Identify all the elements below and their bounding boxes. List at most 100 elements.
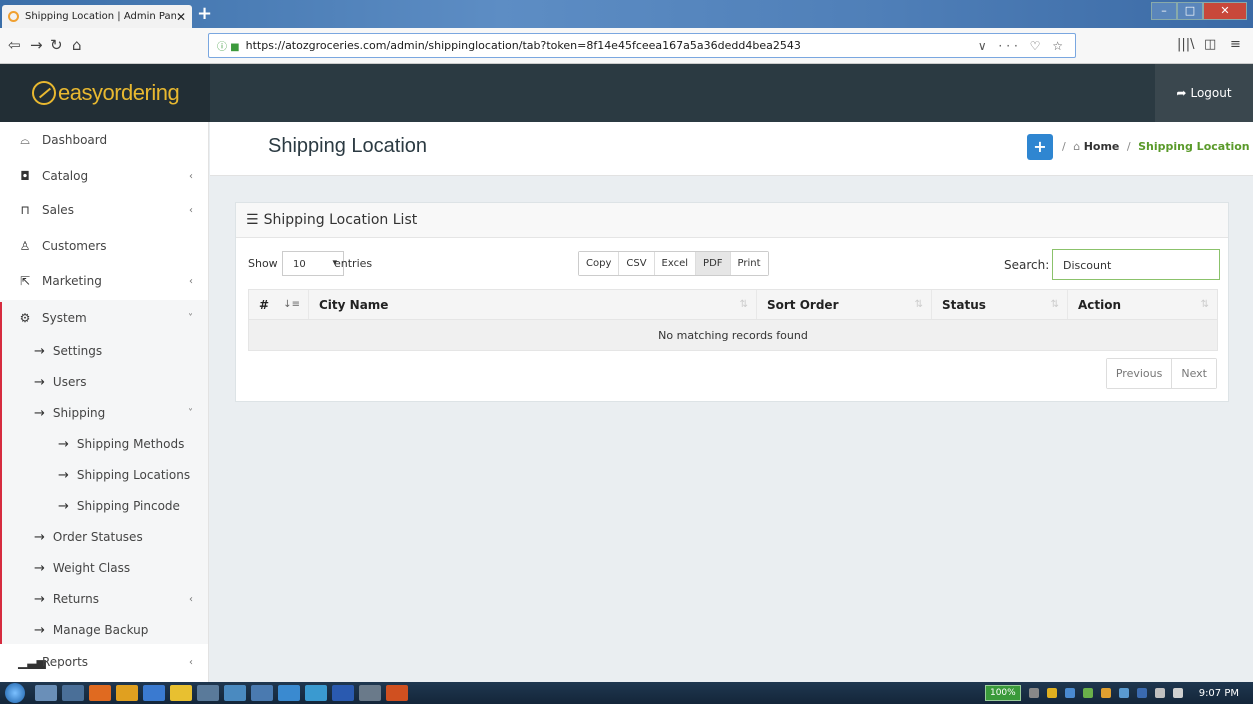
sidebar-item-label: Marketing xyxy=(42,274,102,288)
sidebar-item-reports[interactable]: ▁▃▅ Reports ‹ xyxy=(0,646,208,678)
csv-button[interactable]: CSV xyxy=(619,252,655,275)
sidebar-item-label: Catalog xyxy=(42,169,89,183)
entries-label: entries xyxy=(334,257,373,270)
print-button[interactable]: Print xyxy=(730,252,768,275)
copy-button[interactable]: Copy xyxy=(579,252,620,275)
chevron-left-icon: ‹ xyxy=(189,275,193,287)
tray-icon[interactable] xyxy=(1028,688,1039,698)
user-icon: ♙ xyxy=(19,239,31,253)
sidebar-item-dashboard[interactable]: ⌓ Dashboard xyxy=(0,124,208,156)
firefox-icon[interactable] xyxy=(89,685,111,701)
browser-navbar: ⇦ → ↻ ⌂ ⓘ ■ https://atozgroceries.com/ad… xyxy=(0,28,1253,64)
breadcrumb-separator: / xyxy=(1062,140,1066,153)
media-player-icon[interactable] xyxy=(62,685,84,701)
window-close-button[interactable]: ✕ xyxy=(1203,2,1247,20)
data-table: # ↓≡ City Name ⇅ Sort Order ⇅ Status ⇅ A… xyxy=(248,289,1218,351)
sidebar-item-weight-class[interactable]: → Weight Class xyxy=(0,552,208,584)
minimize-button[interactable]: – xyxy=(1151,2,1177,20)
sidebar-item-returns[interactable]: → Returns ‹ xyxy=(0,583,208,615)
new-tab-button[interactable]: + xyxy=(197,3,212,24)
reload-icon[interactable]: ↻ xyxy=(50,36,63,54)
excel-button[interactable]: Excel xyxy=(654,252,697,275)
next-button[interactable]: Next xyxy=(1172,359,1216,388)
search-input[interactable]: Discount xyxy=(1052,249,1220,280)
app-header: easyordering ➦ Logout xyxy=(0,64,1253,122)
sidebar-item-system[interactable]: ⚙ System ˅ xyxy=(0,302,208,334)
column-label: Status xyxy=(942,297,986,312)
empty-table-message: No matching records found xyxy=(249,320,1217,350)
column-header-number[interactable]: # ↓≡ xyxy=(249,290,309,319)
sidebar-item-sales[interactable]: ⊓ Sales ‹ xyxy=(0,194,208,226)
sidebar-item-marketing[interactable]: ⇱ Marketing ‹ xyxy=(0,265,208,297)
arrow-right-icon: → xyxy=(34,374,45,390)
page-actions-icon[interactable]: ∨ ··· ♡ ☆ xyxy=(978,39,1075,53)
window-controls: – □ ✕ xyxy=(1151,2,1247,20)
tray-icon[interactable] xyxy=(1046,688,1057,698)
app-icon[interactable] xyxy=(197,685,219,701)
app-icon[interactable] xyxy=(359,685,381,701)
pdf-button[interactable]: PDF xyxy=(696,252,731,275)
column-header-sort-order[interactable]: Sort Order ⇅ xyxy=(757,290,932,319)
back-icon[interactable]: ⇦ xyxy=(8,36,21,54)
app-icon[interactable] xyxy=(305,685,327,701)
volume-icon[interactable] xyxy=(1172,688,1183,698)
add-button[interactable]: + xyxy=(1027,134,1053,160)
sidebar-item-manage-backup[interactable]: → Manage Backup xyxy=(0,614,208,646)
column-header-city-name[interactable]: City Name ⇅ xyxy=(309,290,757,319)
chrome-icon[interactable] xyxy=(170,685,192,701)
app-icon[interactable] xyxy=(224,685,246,701)
lock-icon[interactable]: ⓘ ■ xyxy=(217,38,240,53)
pagination: Previous Next xyxy=(1105,358,1217,389)
zoom-indicator[interactable]: 100% xyxy=(984,685,1021,701)
sidebar-item-customers[interactable]: ♙ Customers xyxy=(0,230,208,262)
sidebar-item-label: Returns xyxy=(52,592,99,606)
column-header-action[interactable]: Action ⇅ xyxy=(1068,290,1217,319)
sidebar-item-users[interactable]: → Users xyxy=(0,366,208,398)
browser-tab[interactable]: Shipping Location | Admin Pan ✕ xyxy=(2,5,192,28)
tab-close-button[interactable]: ✕ xyxy=(176,10,186,24)
sidebar-item-shipping-locations[interactable]: → Shipping Locations xyxy=(0,459,208,491)
ie-icon[interactable] xyxy=(143,685,165,701)
app-icon[interactable] xyxy=(116,685,138,701)
show-desktop-icon[interactable] xyxy=(35,685,57,701)
arrow-right-icon: → xyxy=(58,436,69,452)
sidebar-item-shipping[interactable]: → Shipping ˅ xyxy=(0,397,208,429)
sidebar-item-label: Shipping Locations xyxy=(76,468,191,482)
sidebar-item-shipping-pincode[interactable]: → Shipping Pincode xyxy=(0,490,208,522)
app-icon[interactable] xyxy=(278,685,300,701)
sidebar-item-order-statuses[interactable]: → Order Statuses xyxy=(0,521,208,553)
logout-button[interactable]: ➦ Logout xyxy=(1155,64,1253,122)
table-header: # ↓≡ City Name ⇅ Sort Order ⇅ Status ⇅ A… xyxy=(249,290,1217,320)
sidebar-toggle-icon[interactable]: ◫ xyxy=(1204,37,1216,52)
maximize-button[interactable]: □ xyxy=(1177,2,1203,20)
menu-icon[interactable]: ≡ xyxy=(1230,37,1241,52)
tray-icon[interactable] xyxy=(1064,688,1075,698)
chevron-down-icon: ˅ xyxy=(188,312,193,324)
word-icon[interactable] xyxy=(332,685,354,701)
sidebar-item-catalog[interactable]: ◘ Catalog ‹ xyxy=(0,160,208,192)
column-header-status[interactable]: Status ⇅ xyxy=(932,290,1068,319)
tray-icon[interactable] xyxy=(1082,688,1093,698)
previous-button[interactable]: Previous xyxy=(1106,359,1173,388)
search-label: Search: xyxy=(1004,258,1050,272)
library-icon[interactable]: |||\ xyxy=(1177,37,1195,52)
chevron-down-icon: ˅ xyxy=(188,407,193,419)
url-text[interactable]: https://atozgroceries.com/admin/shipping… xyxy=(246,39,978,52)
bluetooth-icon[interactable] xyxy=(1136,688,1147,698)
address-bar[interactable]: ⓘ ■ https://atozgroceries.com/admin/ship… xyxy=(208,33,1076,58)
breadcrumb-home-link[interactable]: Home xyxy=(1084,140,1120,153)
network-icon[interactable] xyxy=(1154,688,1165,698)
home-icon[interactable]: ⌂ xyxy=(72,36,82,54)
tray-icon[interactable] xyxy=(1118,688,1129,698)
firefox-active-icon[interactable] xyxy=(386,685,408,701)
app-icon[interactable] xyxy=(251,685,273,701)
sidebar-item-label: Sales xyxy=(42,203,74,217)
forward-icon[interactable]: → xyxy=(30,36,43,54)
sidebar-item-settings[interactable]: → Settings xyxy=(0,335,208,367)
tray-icon[interactable] xyxy=(1100,688,1111,698)
logo[interactable]: easyordering xyxy=(0,64,210,122)
chevron-left-icon: ‹ xyxy=(189,593,193,605)
start-button[interactable] xyxy=(0,682,30,704)
clock[interactable]: 9:07 PM xyxy=(1199,688,1239,699)
sidebar-item-shipping-methods[interactable]: → Shipping Methods xyxy=(0,428,208,460)
